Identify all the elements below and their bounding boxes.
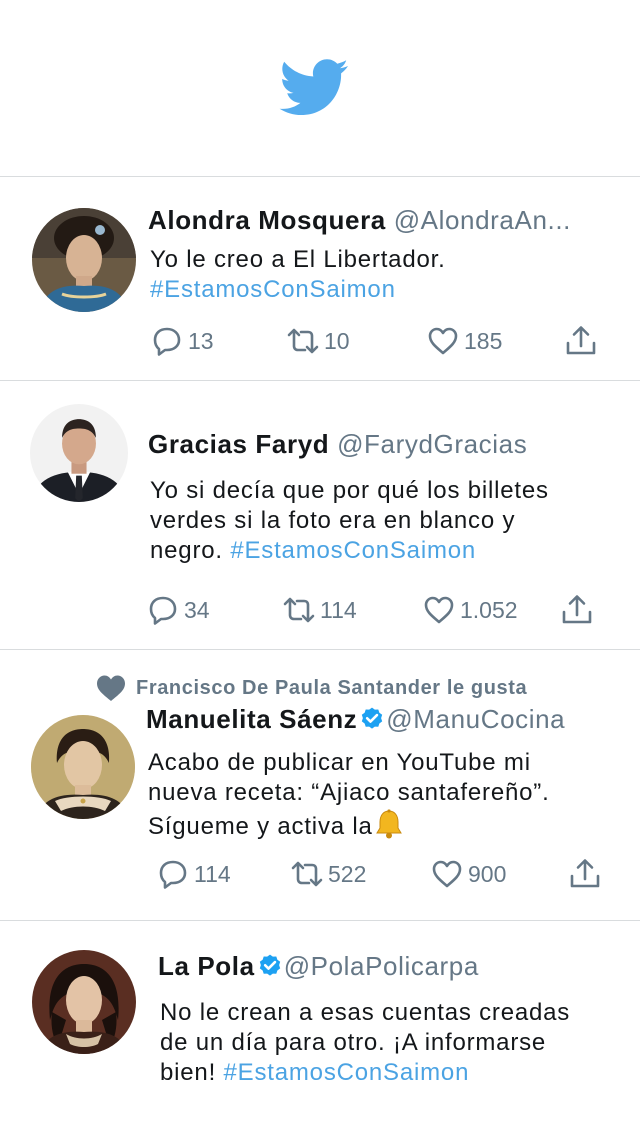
share-icon	[560, 593, 594, 627]
heart-filled-icon	[97, 675, 125, 701]
author-handle[interactable]: @FarydGracias	[337, 429, 527, 459]
reply-icon	[156, 857, 190, 891]
tweet-text-fragment: bien!	[160, 1059, 217, 1086]
tweet-text-line: nueva receta: “Ajiaco santafereño”.	[148, 779, 550, 806]
hashtag-link[interactable]: #EstamosConSaimon	[150, 275, 446, 305]
retweet-count: 114	[320, 596, 357, 623]
author-handle[interactable]: @AlondraAn...	[394, 205, 571, 235]
tweet-text-line: bien! #EstamosConSaimon	[160, 1058, 570, 1088]
retweet-count: 522	[328, 860, 367, 887]
tweet-text: Yo si decía que por qué los billetes ver…	[150, 476, 549, 566]
avatar[interactable]	[31, 715, 135, 819]
tweet-text: Yo le creo a El Libertador. #EstamosConS…	[150, 245, 446, 305]
hashtag-link[interactable]: #EstamosConSaimon	[230, 537, 476, 564]
share-icon	[564, 324, 598, 358]
tweet-header: Gracias Faryd @FarydGracias	[148, 428, 527, 460]
tweet-text-line: No le crean a esas cuentas creadas	[160, 999, 571, 1026]
tweet-text-line: Acabo de publicar en YouTube mi	[148, 749, 531, 776]
avatar[interactable]	[32, 950, 136, 1054]
reply-button[interactable]: 13	[150, 324, 214, 358]
avatar[interactable]	[32, 208, 136, 312]
heart-icon	[422, 593, 456, 627]
like-count: 1.052	[460, 596, 518, 623]
hashtag-link[interactable]: #EstamosConSaimon	[224, 1059, 470, 1086]
tweet-card[interactable]: Alondra Mosquera @AlondraAn... Yo le cre…	[0, 178, 640, 381]
share-button[interactable]	[564, 324, 602, 358]
tweet-actions: 13 10 185	[150, 324, 600, 358]
tweet-text-line: Yo si decía que por qué los billetes	[150, 477, 549, 504]
retweet-count: 10	[324, 327, 350, 354]
reply-icon	[150, 324, 184, 358]
share-button[interactable]	[568, 857, 606, 891]
heart-icon	[430, 857, 464, 891]
liked-by-text: Francisco De Paula Santander le gusta	[136, 676, 528, 699]
like-count: 900	[468, 860, 507, 887]
reply-count: 114	[194, 860, 231, 887]
social-context[interactable]: Francisco De Paula Santander le gusta	[96, 674, 527, 702]
author-name[interactable]: Manuelita Sáenz	[146, 704, 357, 734]
heart-icon	[426, 324, 460, 358]
verified-badge-icon	[359, 706, 385, 732]
reply-button[interactable]: 114	[156, 857, 231, 891]
tweet-header: La Pola @PolaPolicarpa	[158, 950, 479, 982]
author-name[interactable]: Gracias Faryd	[148, 429, 329, 459]
reply-button[interactable]: 34	[146, 593, 210, 627]
tweet-text-fragment: negro.	[150, 537, 223, 564]
share-button[interactable]	[560, 593, 598, 627]
twitter-bird-icon[interactable]	[279, 58, 349, 116]
share-icon	[568, 857, 602, 891]
author-name[interactable]: Alondra Mosquera	[148, 205, 386, 235]
retweet-button[interactable]: 522	[290, 857, 366, 891]
tweet-text: Acabo de publicar en YouTube mi nueva re…	[148, 748, 550, 842]
tweet-text-line: Sígueme y activa la	[148, 808, 550, 842]
tweet-header: Manuelita Sáenz @ManuCocina	[146, 703, 565, 735]
retweet-icon	[282, 593, 316, 627]
tweet-text-line: verdes si la foto era en blanco y	[150, 507, 516, 534]
like-button[interactable]: 185	[426, 324, 502, 358]
author-handle[interactable]: @PolaPolicarpa	[284, 951, 479, 981]
retweet-button[interactable]: 114	[282, 593, 357, 627]
tweet-text-line: negro. #EstamosConSaimon	[150, 536, 549, 566]
reply-icon	[146, 593, 180, 627]
author-handle[interactable]: @ManuCocina	[386, 704, 565, 734]
tweet-card[interactable]: La Pola @PolaPolicarpa No le crean a esas…	[0, 922, 640, 1136]
verified-badge-icon	[257, 953, 283, 979]
retweet-icon	[286, 324, 320, 358]
avatar[interactable]	[30, 404, 128, 502]
retweet-icon	[290, 857, 324, 891]
bell-icon	[375, 809, 402, 839]
tweet-card[interactable]: Francisco De Paula Santander le gusta Ma…	[0, 651, 640, 921]
tweet-header: Alondra Mosquera @AlondraAn...	[148, 204, 571, 236]
author-name[interactable]: La Pola	[158, 951, 255, 981]
tweet-text-line: de un día para otro. ¡A informarse	[160, 1029, 547, 1056]
tweet-card[interactable]: Gracias Faryd @FarydGracias Yo si decía …	[0, 382, 640, 650]
app-header	[0, 0, 640, 177]
tweet-actions: 34 114 1.052	[146, 593, 600, 627]
retweet-button[interactable]: 10	[286, 324, 350, 358]
tweet-actions: 114 522 900	[156, 857, 602, 891]
tweet-text-line: Yo le creo a El Libertador.	[150, 246, 446, 273]
reply-count: 13	[188, 327, 214, 354]
reply-count: 34	[184, 596, 210, 623]
like-button[interactable]: 1.052	[422, 593, 518, 627]
tweet-text-fragment: Sígueme y activa la	[148, 813, 373, 840]
like-button[interactable]: 900	[430, 857, 506, 891]
tweet-text: No le crean a esas cuentas creadas de un…	[160, 998, 570, 1088]
like-count: 185	[464, 327, 503, 354]
